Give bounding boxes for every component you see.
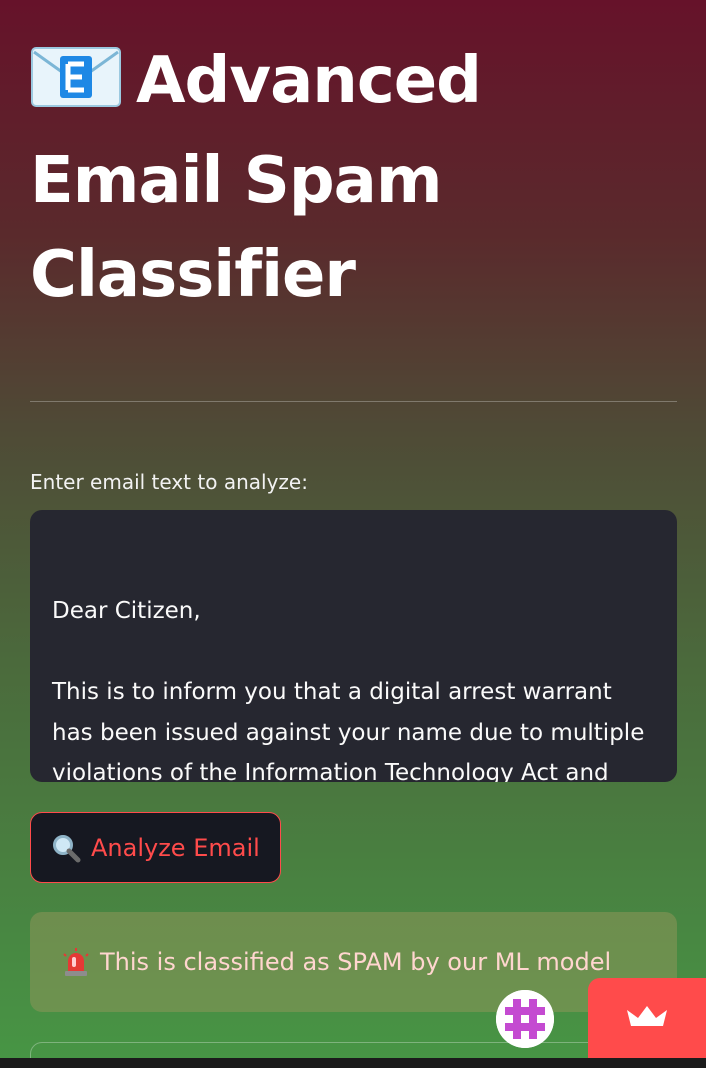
result-text: This is classified as SPAM by our ML mod… xyxy=(100,948,612,976)
siren-icon xyxy=(60,947,92,977)
bottom-bar xyxy=(0,1058,706,1068)
crown-icon xyxy=(624,1004,670,1034)
envelope-e-icon xyxy=(30,40,122,134)
result-alert: This is classified as SPAM by our ML mod… xyxy=(30,912,677,1012)
email-text-area[interactable]: Dear Citizen, This is to inform you that… xyxy=(30,510,677,782)
magnifying-glass-icon xyxy=(51,833,81,863)
email-input-label: Enter email text to analyze: xyxy=(30,470,308,494)
page-title: Advanced Email Spam Classifier xyxy=(30,34,670,322)
manage-app-button[interactable] xyxy=(588,978,706,1060)
divider xyxy=(30,401,677,402)
analyze-email-button[interactable]: Analyze Email xyxy=(30,812,281,883)
pixel-avatar-icon[interactable] xyxy=(496,990,554,1048)
analyze-email-label: Analyze Email xyxy=(91,833,260,862)
email-text-value: Dear Citizen, This is to inform you that… xyxy=(52,598,645,782)
